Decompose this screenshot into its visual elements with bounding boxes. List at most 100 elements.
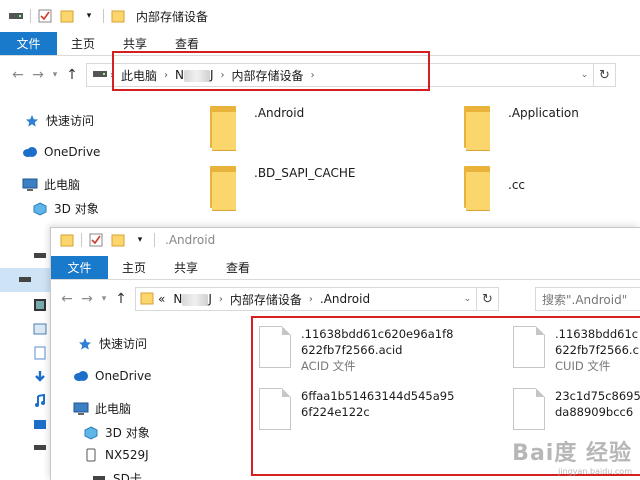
breadcrumb-overflow[interactable]: « <box>154 292 169 306</box>
music-icon[interactable] <box>30 392 50 410</box>
sidebar-item-3d-objects[interactable]: 3D 对象 <box>32 200 99 217</box>
breadcrumb-chevron-icon[interactable]: › <box>216 294 226 305</box>
sidebar-item-sd-card[interactable]: SD卡 <box>91 470 142 480</box>
video-icon[interactable] <box>30 296 50 314</box>
search-input[interactable]: 搜索".Android" <box>535 287 640 311</box>
pictures-icon[interactable] <box>30 320 50 338</box>
sidebar-item-this-pc[interactable]: 此电脑 <box>22 176 80 193</box>
selected-nav-item[interactable] <box>0 268 50 292</box>
sidebar-item-label: NX529J <box>105 448 149 462</box>
tab-home[interactable]: 主页 <box>108 256 160 279</box>
address-dropdown-icon[interactable]: ⌄ <box>575 64 593 86</box>
forward-arrow-icon[interactable]: → <box>77 289 97 309</box>
cloud-icon <box>73 368 89 384</box>
chevron-down-icon[interactable]: ▾ <box>132 232 148 248</box>
folder-name: .Application <box>508 106 579 120</box>
watermark-url: jingyan.baidu.com <box>558 467 632 476</box>
title-bar: ▾ .Android <box>51 228 640 252</box>
tab-file[interactable]: 文件 <box>0 32 57 55</box>
computer-icon <box>22 177 38 193</box>
sidebar-item-quick-access[interactable]: 快速访问 <box>24 112 94 129</box>
recent-chevron-icon[interactable]: ▾ <box>97 289 111 309</box>
tab-file[interactable]: 文件 <box>51 256 108 279</box>
folder-icon <box>110 8 126 24</box>
star-icon <box>77 336 93 352</box>
star-icon <box>24 113 40 129</box>
drive-icon[interactable] <box>30 248 50 264</box>
drive-icon <box>8 8 24 24</box>
folder-item[interactable]: .Android <box>210 104 304 152</box>
sidebar-item-onedrive[interactable]: OneDrive <box>22 144 100 160</box>
up-arrow-icon[interactable]: ↑ <box>111 289 131 309</box>
tab-home[interactable]: 主页 <box>57 32 109 55</box>
recent-chevron-icon[interactable]: ▾ <box>48 65 62 85</box>
folder-item[interactable]: .BD_SAPI_CACHE <box>210 164 355 212</box>
refresh-icon[interactable]: ↻ <box>476 288 498 310</box>
breadcrumb-android[interactable]: .Android <box>316 292 374 306</box>
watermark-logo: Bai度 经验 <box>512 441 632 466</box>
up-arrow-icon[interactable]: ↑ <box>62 65 82 85</box>
address-bar[interactable]: « NJ › 内部存储设备 › .Android ⌄ ↻ <box>135 287 499 311</box>
new-folder-icon[interactable] <box>110 232 126 248</box>
sidebar-item-onedrive[interactable]: OneDrive <box>73 368 151 384</box>
cube-icon <box>32 201 48 217</box>
properties-icon[interactable] <box>88 232 104 248</box>
sidebar-item-quick-access[interactable]: 快速访问 <box>77 335 147 352</box>
sidebar-item-3d-objects[interactable]: 3D 对象 <box>83 424 150 441</box>
title-bar: ▾ 内部存储设备 <box>0 0 640 32</box>
window-title: 内部存储设备 <box>136 9 209 24</box>
folder-name: .Android <box>254 106 305 120</box>
separator <box>154 233 155 247</box>
sidebar-item-label: 快速访问 <box>99 337 148 351</box>
sidebar-item-label: OneDrive <box>95 369 152 383</box>
sidebar-item-this-pc[interactable]: 此电脑 <box>73 400 131 417</box>
ribbon-tabs: 文件 主页 共享 查看 <box>51 256 640 280</box>
folder-item[interactable]: .cc <box>464 164 525 212</box>
sidebar-item-label: SD卡 <box>113 472 142 480</box>
phone-icon <box>83 447 99 463</box>
navigation-bar: ← → ▾ ↑ « NJ › 内部存储设备 › .Android ⌄ ↻ 搜索"… <box>51 282 640 316</box>
folder-icon <box>464 104 490 152</box>
properties-icon[interactable] <box>37 8 53 24</box>
documents-icon[interactable] <box>30 344 50 362</box>
chevron-down-icon[interactable]: ▾ <box>81 8 97 24</box>
drive-icon <box>91 471 107 480</box>
folder-item[interactable]: .Application <box>464 104 579 152</box>
sidebar-item-label: 此电脑 <box>44 178 81 192</box>
new-folder-icon[interactable] <box>59 8 75 24</box>
tab-view[interactable]: 查看 <box>212 256 264 279</box>
address-dropdown-icon[interactable]: ⌄ <box>458 288 476 310</box>
cloud-icon <box>22 144 38 160</box>
breadcrumb-internal-storage[interactable]: 内部存储设备 <box>226 291 306 308</box>
separator <box>30 9 31 23</box>
computer-icon <box>73 401 89 417</box>
sidebar-item-label: 快速访问 <box>46 114 95 128</box>
forward-arrow-icon[interactable]: → <box>28 65 48 85</box>
downloads-icon[interactable] <box>30 368 50 386</box>
redacted-text <box>182 293 209 306</box>
folder-icon <box>210 164 236 212</box>
sidebar-item-label: 3D 对象 <box>105 426 150 440</box>
sidebar-item-device[interactable]: NX529J <box>83 447 149 463</box>
drive-icon[interactable] <box>30 440 50 456</box>
tab-share[interactable]: 共享 <box>160 256 212 279</box>
back-arrow-icon[interactable]: ← <box>8 65 28 85</box>
folder-icon <box>210 104 236 152</box>
refresh-icon[interactable]: ↻ <box>593 64 615 86</box>
baidu-watermark: Bai度 经验 jingyan.baidu.com <box>512 435 632 476</box>
folder-name: .cc <box>508 178 526 192</box>
sidebar-item-label: 此电脑 <box>95 402 132 416</box>
drive-icon <box>93 68 107 82</box>
breadcrumb-device[interactable]: NJ <box>169 292 216 306</box>
window-title: .Android <box>165 233 216 247</box>
device-name-end: J <box>208 292 212 306</box>
back-arrow-icon[interactable]: ← <box>57 289 77 309</box>
desktop-icon[interactable] <box>30 416 50 434</box>
folder-icon <box>464 164 490 212</box>
separator <box>103 9 104 23</box>
cube-icon <box>83 425 99 441</box>
folder-icon <box>59 232 75 248</box>
breadcrumb-chevron-icon[interactable]: › <box>306 294 316 305</box>
folder-icon <box>140 291 154 308</box>
highlight-box-address <box>112 51 430 91</box>
